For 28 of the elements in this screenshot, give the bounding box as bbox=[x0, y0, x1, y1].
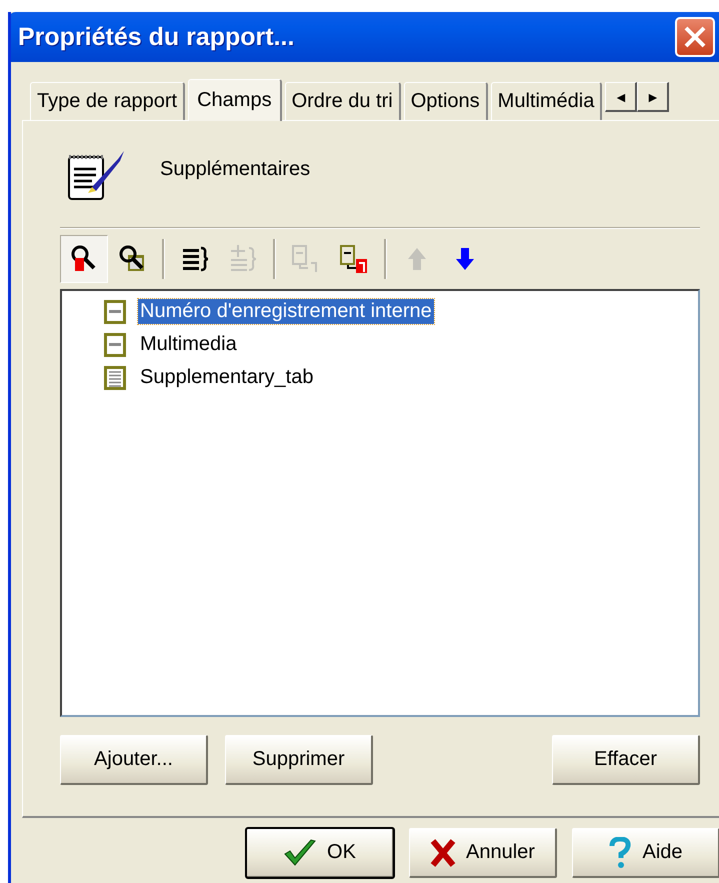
window-title: Propriétés du rapport... bbox=[18, 22, 296, 52]
table-icon bbox=[104, 366, 126, 390]
tab[interactable]: Champs bbox=[188, 79, 282, 121]
tree-item[interactable]: Supplementary_tab bbox=[138, 365, 316, 390]
close-button[interactable] bbox=[675, 17, 715, 57]
dialog-button[interactable]: Aide bbox=[572, 828, 719, 878]
tree-item[interactable]: Multimedia bbox=[138, 332, 239, 357]
section-label: Supplémentaires bbox=[160, 158, 310, 180]
dialog-button[interactable]: Annuler bbox=[409, 828, 557, 878]
close-icon bbox=[430, 838, 456, 868]
tab[interactable]: Ordre du tri bbox=[284, 82, 401, 120]
action-button[interactable]: Ajouter... bbox=[60, 735, 208, 785]
field-icon bbox=[104, 300, 126, 324]
tab[interactable]: Options bbox=[404, 82, 488, 120]
toolbar-button[interactable] bbox=[60, 235, 108, 283]
tab[interactable]: Multimédia bbox=[490, 82, 602, 120]
field-icon bbox=[104, 332, 126, 356]
question-mark-icon bbox=[608, 836, 632, 868]
tab-scroll-button[interactable]: ◄ bbox=[605, 82, 638, 112]
tree-item[interactable]: Numéro d'enregistrement interne bbox=[138, 299, 434, 324]
action-button[interactable]: Effacer bbox=[552, 735, 700, 785]
action-button[interactable]: Supprimer bbox=[225, 735, 373, 785]
tab-scroll-button[interactable]: ► bbox=[637, 82, 670, 112]
field-arrow-icon bbox=[338, 243, 370, 275]
check-icon bbox=[283, 838, 318, 868]
dialog-button[interactable]: OK bbox=[246, 828, 394, 878]
close-icon bbox=[683, 25, 707, 49]
tab[interactable]: Type de rapport bbox=[30, 82, 186, 120]
